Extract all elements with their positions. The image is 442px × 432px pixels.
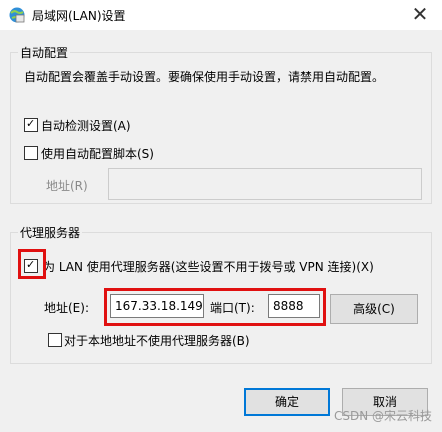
bypass-local-checkbox[interactable] bbox=[48, 333, 62, 347]
auto-detect-checkbox[interactable]: ✓ bbox=[24, 117, 38, 132]
title-bar: 局域网(LAN)设置 ✕ bbox=[0, 0, 442, 30]
advanced-button[interactable]: 高级(C) bbox=[330, 294, 418, 324]
internet-options-icon bbox=[9, 7, 25, 23]
close-button[interactable]: ✕ bbox=[398, 0, 442, 30]
script-address-label: 地址(R) bbox=[46, 179, 88, 193]
check-icon: ✓ bbox=[26, 117, 36, 130]
ok-button[interactable]: 确定 bbox=[244, 388, 330, 416]
use-script-checkbox[interactable] bbox=[24, 146, 38, 160]
auto-config-title: 自动配置 bbox=[18, 44, 71, 61]
auto-config-description: 自动配置会覆盖手动设置。要确保使用手动设置，请禁用自动配置。 bbox=[24, 70, 385, 84]
use-proxy-label[interactable]: 为 LAN 使用代理服务器(这些设置不用于拨号或 VPN 连接)(X) bbox=[43, 258, 374, 275]
bypass-local-label[interactable]: 对于本地地址不使用代理服务器(B) bbox=[64, 332, 250, 349]
proxy-title: 代理服务器 bbox=[18, 224, 83, 241]
auto-detect-label[interactable]: 自动检测设置(A) bbox=[41, 117, 131, 134]
watermark: CSDN @宋云科技 bbox=[333, 409, 432, 423]
checkbox-highlight bbox=[18, 249, 46, 279]
proxy-address-label: 地址(E): bbox=[44, 301, 89, 315]
use-script-label[interactable]: 使用自动配置脚本(S) bbox=[41, 145, 154, 162]
address-port-highlight bbox=[104, 288, 326, 326]
script-address-field[interactable] bbox=[108, 168, 422, 200]
window-title: 局域网(LAN)设置 bbox=[32, 9, 126, 23]
